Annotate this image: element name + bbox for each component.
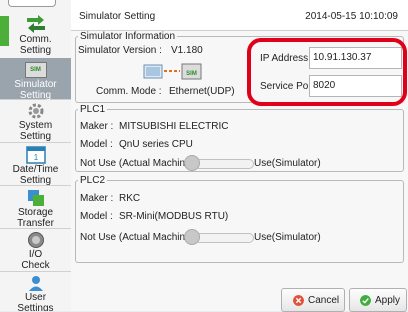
plc1-model-label: Model :: [80, 139, 113, 150]
svg-text:1: 1: [33, 153, 38, 162]
sidebar-item-simulator-setting[interactable]: SIM Simulator Setting: [0, 58, 71, 101]
datetime: 2014-05-15 10:10:09: [305, 11, 398, 22]
apply-label: Apply: [375, 295, 401, 306]
connection-icon: SIM: [143, 63, 202, 80]
storage-icon: [27, 190, 44, 206]
sidebar-item-label: Storage Transfer: [17, 207, 54, 229]
plc2-use-toggle[interactable]: [184, 229, 254, 245]
group-legend: PLC2: [80, 175, 106, 186]
sidebar-item-label: Date/Time Setting: [12, 164, 59, 186]
plc1-use-toggle[interactable]: [184, 155, 254, 171]
main-panel: Simulator Setting 2014-05-15 10:10:09 Si…: [71, 0, 408, 312]
svg-text:SIM: SIM: [186, 71, 197, 77]
gauge-icon: [27, 232, 44, 248]
cancel-button[interactable]: Cancel: [281, 288, 345, 312]
gear-icon: [28, 103, 43, 119]
toggle-track: [194, 159, 254, 169]
plc2-maker-label: Maker :: [80, 193, 114, 204]
cancel-label: Cancel: [308, 295, 340, 306]
page-title: Simulator Setting: [79, 11, 156, 22]
sidebar-item-label: I/O Check: [21, 249, 50, 271]
sidebar-item-label: Simulator Setting: [14, 79, 57, 101]
sidebar-item-label: System Setting: [18, 120, 53, 142]
cancel-icon: [293, 295, 304, 306]
sidebar-item-io-check[interactable]: I/O Check: [0, 229, 71, 272]
title-bar: Simulator Setting 2014-05-15 10:10:09: [71, 0, 408, 31]
sidebar: Comm. Setting SIM Simulator Setting Syst…: [0, 0, 72, 311]
plc1-model-value: QnU series CPU: [119, 139, 193, 150]
comm-mode-value: Ethernet(UDP): [169, 86, 235, 97]
version-value: V1.180: [171, 45, 203, 56]
version-label: Simulator Version :: [78, 45, 162, 56]
sidebar-item-system-setting[interactable]: System Setting: [0, 100, 71, 143]
sim-icon: SIM: [24, 62, 47, 78]
sidebar-item-label: Comm. Setting: [19, 34, 52, 56]
group-legend: Simulator Information: [80, 31, 176, 42]
sidebar-item-label: User Settings: [17, 292, 54, 311]
plc2-maker-value: RKC: [119, 193, 141, 204]
toggle-knob[interactable]: [184, 229, 200, 245]
plc1-maker-label: Maker :: [80, 121, 114, 132]
highlight-annotation: [247, 38, 407, 106]
plc1-use-label: Use(Simulator): [254, 158, 321, 169]
plc2-use-label: Use(Simulator): [254, 232, 321, 243]
left-tab-indicator: [0, 16, 9, 46]
apply-button[interactable]: Apply: [349, 288, 407, 312]
plc2-not-use-label: Not Use (Actual Machine): [80, 232, 194, 243]
group-legend: PLC1: [80, 104, 106, 115]
toggle-knob[interactable]: [184, 155, 200, 171]
user-icon: [28, 276, 43, 291]
plc2-model-label: Model :: [80, 211, 113, 222]
calendar-icon: 1: [25, 146, 46, 164]
sidebar-item-date-time-setting[interactable]: 1 Date/Time Setting: [0, 143, 71, 186]
toggle-track: [194, 233, 254, 243]
check-icon: [360, 295, 371, 306]
sidebar-item-user-settings[interactable]: User Settings: [0, 272, 71, 311]
arrows-icon: [26, 15, 45, 33]
sidebar-item-storage-transfer[interactable]: Storage Transfer: [0, 186, 71, 229]
plc1-maker-value: MITSUBISHI ELECTRIC: [119, 121, 229, 132]
plc2-model-value: SR-Mini(MODBUS RTU): [119, 211, 229, 222]
comm-mode-label: Comm. Mode :: [96, 86, 162, 97]
plc1-not-use-label: Not Use (Actual Machine): [80, 158, 194, 169]
sidebar-item-comm-setting[interactable]: Comm. Setting: [0, 6, 71, 64]
